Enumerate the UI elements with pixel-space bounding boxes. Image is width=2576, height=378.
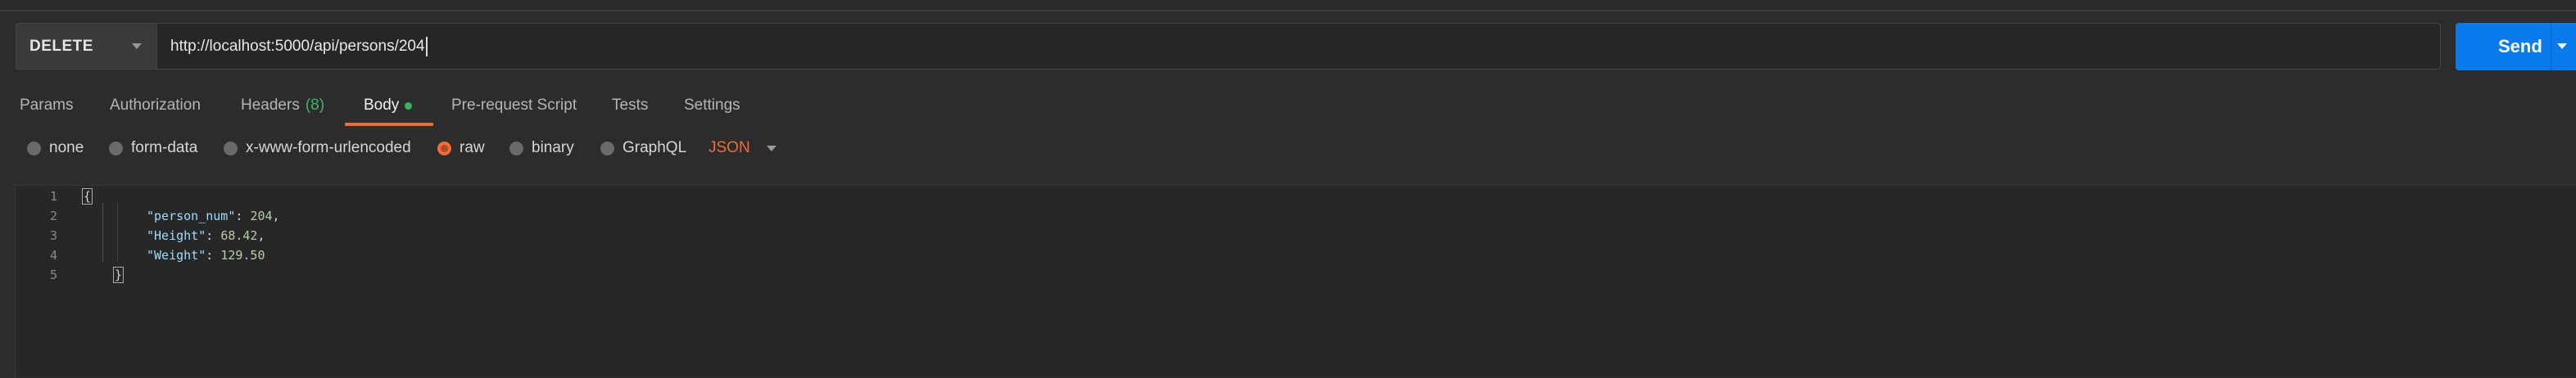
json-value: 68.42: [220, 228, 258, 243]
raw-language-select[interactable]: JSON: [709, 132, 776, 164]
code-editor[interactable]: [15, 185, 2576, 378]
chevron-down-icon: [132, 43, 142, 49]
line-number: 5: [49, 268, 57, 282]
method-select[interactable]: DELETE: [16, 23, 156, 70]
radio-icon: [600, 141, 614, 155]
tab-body[interactable]: Body: [364, 88, 413, 123]
body-type-binary[interactable]: binary: [509, 132, 574, 164]
radio-icon: [109, 141, 123, 155]
json-key: "Weight": [147, 248, 206, 263]
url-text: http://localhost:5000/api/persons/204: [170, 37, 425, 55]
line-number: 3: [49, 228, 57, 243]
indent-guide: [102, 203, 103, 262]
chevron-down-icon[interactable]: [2557, 43, 2567, 49]
close-brace: }: [113, 267, 124, 283]
code-line: "Height": 68.42,: [147, 228, 265, 243]
url-input[interactable]: http://localhost:5000/api/persons/204: [156, 23, 2441, 70]
line-number: 2: [49, 209, 57, 223]
tab-pre-request-script[interactable]: Pre-request Script: [451, 88, 577, 123]
body-type-form-data[interactable]: form-data: [109, 132, 197, 164]
tab-settings[interactable]: Settings: [684, 88, 740, 123]
radio-icon: [509, 141, 523, 155]
open-brace: {: [82, 188, 93, 205]
radio-icon: [224, 141, 238, 155]
code-line: "person_num": 204,: [147, 209, 280, 223]
json-key: "person_num": [147, 209, 236, 223]
body-type-x-www-form-urlencoded[interactable]: x-www-form-urlencoded: [224, 132, 411, 164]
active-tab-indicator: [345, 123, 433, 126]
tab-tests[interactable]: Tests: [612, 88, 648, 123]
indent-guide: [117, 203, 118, 262]
code-line: "Weight": 129.50: [147, 248, 265, 263]
editor-left-border: [15, 186, 16, 378]
radio-selected-icon: [437, 141, 451, 155]
raw-language-label: JSON: [709, 139, 750, 156]
method-label: DELETE: [29, 37, 93, 55]
tab-params[interactable]: Params: [20, 88, 73, 123]
body-type-none[interactable]: none: [27, 132, 84, 164]
body-type-raw[interactable]: raw: [437, 132, 485, 164]
chevron-down-icon: [766, 145, 776, 151]
tab-authorization[interactable]: Authorization: [110, 88, 201, 123]
code-line: {: [82, 188, 93, 205]
radio-icon: [27, 141, 41, 155]
code-line: }: [113, 267, 124, 283]
tab-headers[interactable]: Headers (8): [241, 88, 324, 123]
line-number: 4: [49, 248, 57, 263]
line-number: 1: [49, 189, 57, 204]
send-button[interactable]: Send: [2456, 23, 2576, 70]
json-value: 204: [250, 209, 273, 223]
json-key: "Height": [147, 228, 206, 243]
top-border: [0, 0, 2576, 11]
send-label: Send: [2498, 36, 2542, 56]
body-status-dot: [405, 101, 413, 110]
headers-count: (8): [305, 97, 325, 114]
json-value: 129.50: [220, 248, 265, 263]
text-cursor: [425, 36, 428, 56]
body-type-graphql[interactable]: GraphQL: [600, 132, 686, 164]
